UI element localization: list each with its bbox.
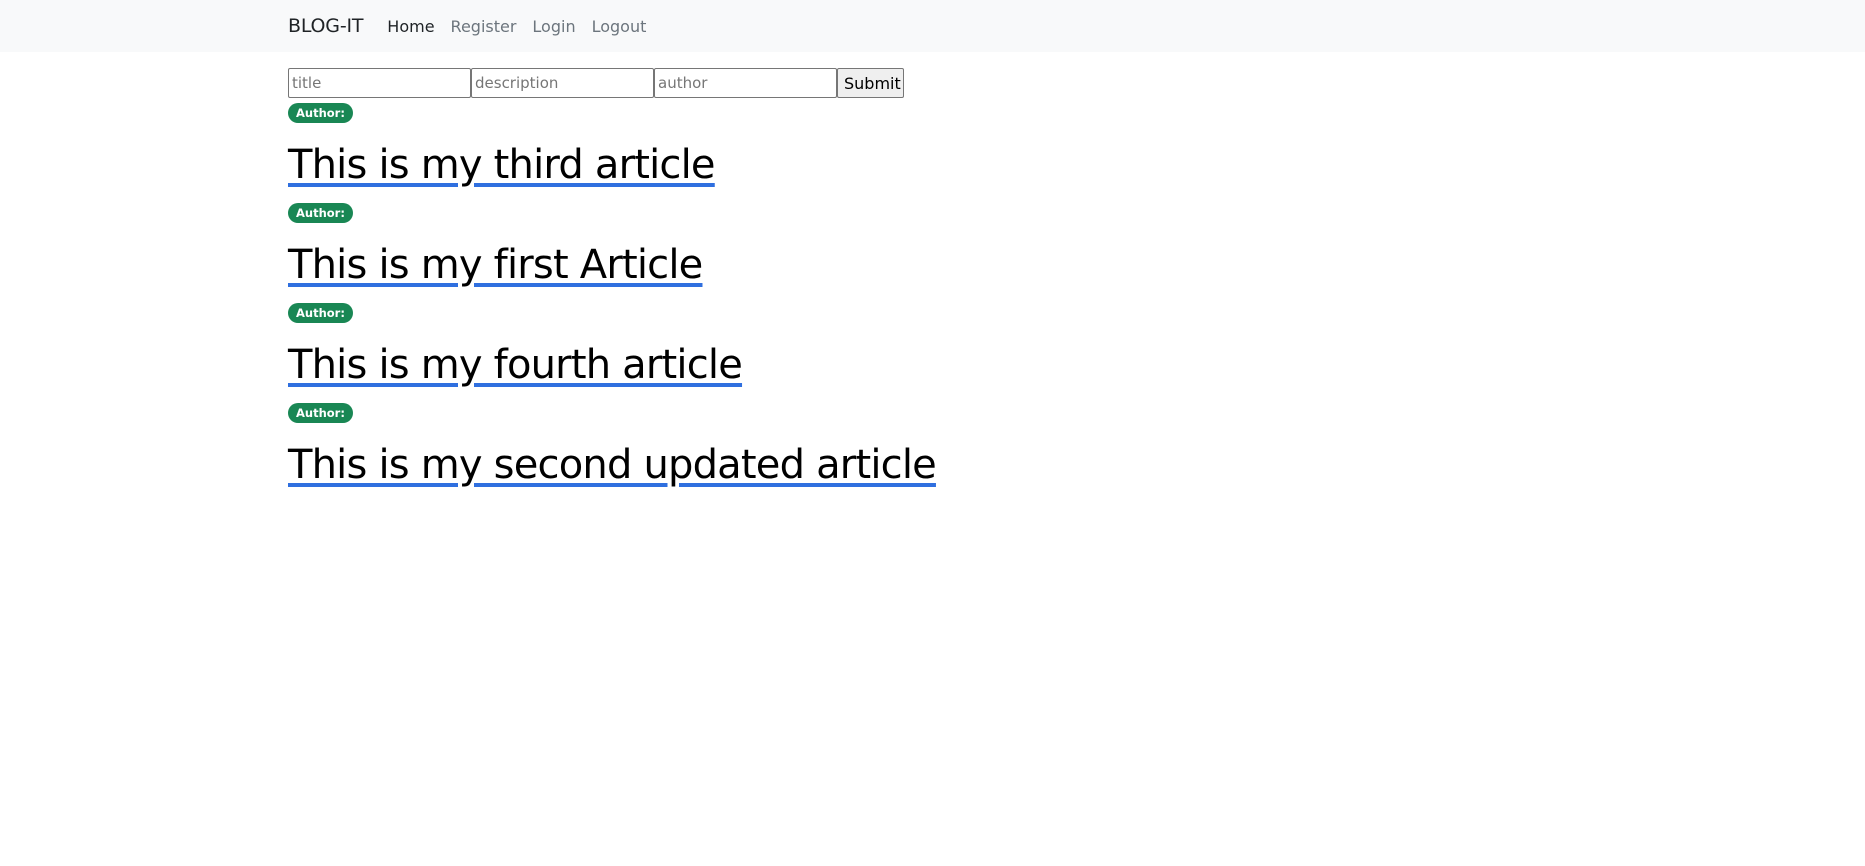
submit-button[interactable]: Submit <box>837 68 904 98</box>
author-badge: Author: <box>288 103 353 123</box>
article-title: This is my third article <box>288 123 1288 198</box>
author-badge: Author: <box>288 303 353 323</box>
article-link[interactable]: This is my third article <box>288 142 716 188</box>
author-input[interactable] <box>654 68 837 98</box>
article-item: Author: This is my second updated articl… <box>288 398 1288 498</box>
article-item: Author: This is my fourth article <box>288 298 1288 398</box>
title-input[interactable] <box>288 68 471 98</box>
nav-link-login[interactable]: Login <box>532 17 575 36</box>
author-badge: Author: <box>288 203 353 223</box>
description-input[interactable] <box>471 68 654 98</box>
article-title: This is my first Article <box>288 223 1288 298</box>
article-title: This is my fourth article <box>288 323 1288 398</box>
article-item: Author: This is my third article <box>288 98 1288 198</box>
article-title: This is my second updated article <box>288 423 1288 498</box>
nav-link-home[interactable]: Home <box>387 17 434 36</box>
article-link[interactable]: This is my second updated article <box>288 442 937 488</box>
main-content: Submit Author: This is my third article … <box>288 68 1288 498</box>
navbar-content: BLOG-IT Home Register Login Logout <box>288 0 662 52</box>
article-link[interactable]: This is my fourth article <box>288 342 743 388</box>
navbar: BLOG-IT Home Register Login Logout <box>0 0 1865 52</box>
new-article-form: Submit <box>288 68 1288 98</box>
author-badge: Author: <box>288 403 353 423</box>
nav-link-register[interactable]: Register <box>451 17 517 36</box>
article-item: Author: This is my first Article <box>288 198 1288 298</box>
brand-link[interactable]: BLOG-IT <box>288 15 363 37</box>
article-link[interactable]: This is my first Article <box>288 242 703 288</box>
nav-link-logout[interactable]: Logout <box>592 17 647 36</box>
